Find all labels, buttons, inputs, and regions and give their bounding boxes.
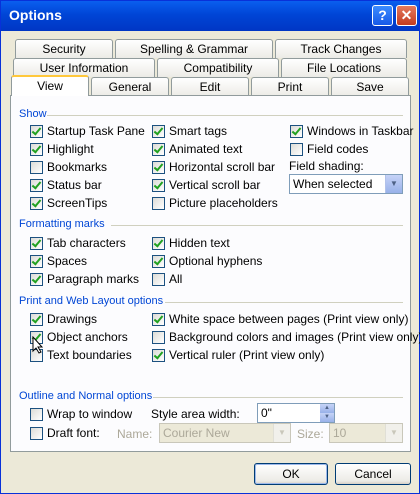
section-divider <box>111 225 403 226</box>
style-area-width-label: Style area width: <box>151 407 240 421</box>
title-bar: Options ? ✕ <box>1 1 419 31</box>
spin-up-icon[interactable]: ▲ <box>320 404 334 413</box>
checkbox-label: Optional hyphens <box>169 254 263 268</box>
draft-font-size-value: 10 <box>333 426 347 440</box>
chevron-down-icon[interactable]: ▼ <box>385 175 402 193</box>
checkbox-label: Picture placeholders <box>169 196 278 210</box>
mouse-pointer-icon <box>32 336 44 354</box>
checkbox-box[interactable] <box>30 255 43 268</box>
window-title: Options <box>9 7 62 23</box>
tab-compatibility[interactable]: Compatibility <box>157 58 279 77</box>
tab-print[interactable]: Print <box>251 77 329 96</box>
checkbox-box[interactable] <box>30 427 43 440</box>
checkbox-box[interactable] <box>30 125 43 138</box>
checkbox-box[interactable] <box>152 349 165 362</box>
tab-view[interactable]: View <box>11 75 89 96</box>
checkbox-box[interactable] <box>290 143 303 156</box>
checkbox-label: Startup Task Pane <box>47 124 145 138</box>
options-dialog: Options ? ✕ Security Spelling & Grammar … <box>0 0 420 494</box>
checkbox-box[interactable] <box>30 313 43 326</box>
tab-track-changes[interactable]: Track Changes <box>275 39 407 58</box>
checkbox-label: Vertical ruler (Print view only) <box>169 348 325 362</box>
draft-font-name-select[interactable]: Courier New ▼ <box>159 423 291 443</box>
field-shading-label: Field shading: <box>289 159 364 173</box>
checkbox-box[interactable] <box>30 197 43 210</box>
checkbox-label: Horizontal scroll bar <box>169 160 276 174</box>
section-divider <box>165 302 403 303</box>
checkbox-box[interactable] <box>152 143 165 156</box>
tab-spelling-grammar[interactable]: Spelling & Grammar <box>115 39 273 58</box>
checkbox-label: Highlight <box>47 142 94 156</box>
checkbox-label: Bookmarks <box>47 160 108 174</box>
checkbox-box[interactable] <box>30 143 43 156</box>
spin-down-icon[interactable]: ▼ <box>320 413 334 422</box>
checkbox-box[interactable] <box>30 273 43 286</box>
style-area-width-value: 0" <box>261 406 272 420</box>
draft-font-size-select[interactable]: 10 ▼ <box>329 423 403 443</box>
view-tab-panel: Show Startup Task Pane Highlight Bookmar… <box>10 95 420 452</box>
checkbox-box[interactable] <box>152 161 165 174</box>
checkbox-box[interactable] <box>152 179 165 192</box>
checkbox-label: Wrap to window <box>47 407 133 421</box>
help-button[interactable]: ? <box>372 5 393 26</box>
checkbox-label: Status bar <box>47 178 102 192</box>
section-divider <box>153 397 403 398</box>
close-icon: ✕ <box>400 7 413 23</box>
checkbox-box[interactable] <box>30 161 43 174</box>
checkbox-label: White space between pages (Print view on… <box>169 312 409 326</box>
show-section-title: Show <box>19 108 47 120</box>
checkbox-label: Windows in Taskbar <box>307 124 414 138</box>
checkbox-label: Field codes <box>307 142 369 156</box>
checkbox-label: Text boundaries <box>47 348 132 362</box>
tab-file-locations[interactable]: File Locations <box>281 58 407 77</box>
cancel-button[interactable]: Cancel <box>335 463 411 485</box>
outline-section-title: Outline and Normal options <box>19 390 153 402</box>
draft-font-size-label: Size: <box>297 427 324 441</box>
checkbox-label: Spaces <box>47 254 88 268</box>
chevron-down-icon[interactable]: ▼ <box>385 424 402 442</box>
checkbox-label: Draft font: <box>47 426 100 440</box>
checkbox-box[interactable] <box>30 179 43 192</box>
checkbox-label: Paragraph marks <box>47 272 140 286</box>
checkbox-box[interactable] <box>152 237 165 250</box>
checkbox-label: Vertical scroll bar <box>169 178 261 192</box>
checkbox-label: Object anchors <box>47 330 128 344</box>
tab-general[interactable]: General <box>91 77 169 96</box>
chevron-down-icon[interactable]: ▼ <box>273 424 290 442</box>
tab-security[interactable]: Security <box>15 39 113 58</box>
checkbox-label: All <box>169 272 183 286</box>
checkbox-box[interactable] <box>152 255 165 268</box>
checkbox-label: Hidden text <box>169 236 230 250</box>
close-button[interactable]: ✕ <box>396 5 417 26</box>
checkbox-box[interactable] <box>30 237 43 250</box>
style-area-width-input[interactable]: 0" ▲ ▼ <box>257 403 335 423</box>
help-icon: ? <box>378 7 387 23</box>
checkbox-label: Tab characters <box>47 236 126 250</box>
checkbox-label: Animated text <box>169 142 243 156</box>
ok-button[interactable]: OK <box>254 463 328 485</box>
section-divider <box>47 115 403 116</box>
checkbox-box[interactable] <box>152 313 165 326</box>
tab-edit[interactable]: Edit <box>171 77 249 96</box>
draft-font-name-label: Name: <box>117 427 153 441</box>
field-shading-value: When selected <box>293 177 373 191</box>
print-web-section-title: Print and Web Layout options <box>19 295 164 307</box>
checkbox-box[interactable] <box>152 125 165 138</box>
draft-font-name-value: Courier New <box>163 426 230 440</box>
checkbox-label: Background colors and images (Print view… <box>169 330 420 344</box>
checkbox-box[interactable] <box>30 408 43 421</box>
formatting-marks-section-title: Formatting marks <box>19 218 105 230</box>
checkbox-box[interactable] <box>152 197 165 210</box>
tab-save[interactable]: Save <box>331 77 409 96</box>
checkbox-label: Drawings <box>47 312 98 326</box>
checkbox-box[interactable] <box>290 125 303 138</box>
checkbox-label: ScreenTips <box>47 196 108 210</box>
field-shading-select[interactable]: When selected ▼ <box>289 174 403 194</box>
checkbox-box[interactable] <box>152 273 165 286</box>
checkbox-label: Smart tags <box>169 124 228 138</box>
checkbox-box[interactable] <box>152 331 165 344</box>
